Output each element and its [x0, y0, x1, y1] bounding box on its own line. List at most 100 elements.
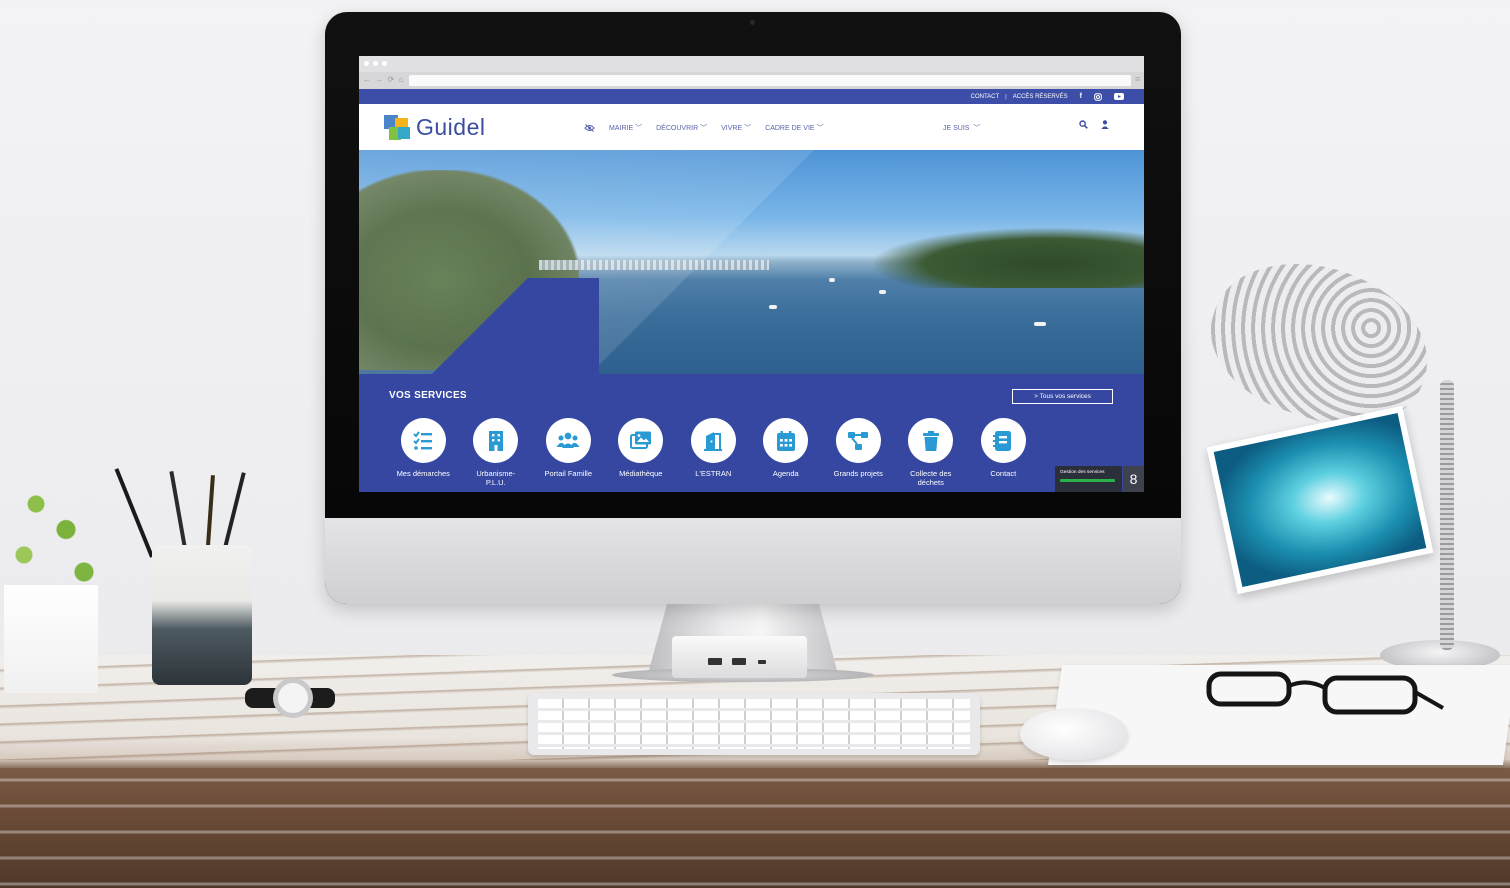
services-title: VOS SERVICES — [389, 390, 467, 401]
main-nav: MAIRIE ﹀ DÉCOUVRIR ﹀ VIVRE ﹀ CADRE DE VIE ﹀ — [584, 123, 824, 133]
service-label: Mes démarches — [396, 469, 450, 478]
screen: ← → ⟳ ⌂ ≡ CONTACT | ACCÈS RÉSERVÉS f Gui… — [359, 56, 1144, 492]
project-diagram-icon — [848, 431, 869, 450]
topbar-acces-reserves-link[interactable]: ACCÈS RÉSERVÉS — [1013, 94, 1068, 100]
calendar-icon — [776, 430, 795, 451]
instagram-icon[interactable] — [1094, 92, 1102, 101]
topbar-separator: | — [1005, 93, 1007, 100]
service-label: Collecte des déchets — [910, 469, 952, 487]
usb-port — [708, 658, 722, 665]
service-icon-circle — [980, 418, 1026, 463]
imac-chin — [325, 518, 1181, 604]
nav-label: DÉCOUVRIR — [656, 125, 699, 132]
services-diagonal — [359, 278, 599, 374]
address-book-icon — [993, 430, 1012, 451]
service-mediatheque[interactable]: Médiathèque — [605, 418, 678, 487]
search-icon[interactable] — [1079, 120, 1088, 129]
checklist-icon — [413, 430, 433, 450]
logo-text: Guidel — [416, 114, 486, 140]
maximize-dot[interactable] — [382, 61, 387, 66]
browser-titlebar — [359, 56, 1144, 72]
youtube-icon[interactable] — [1114, 93, 1124, 100]
usb-c-port — [758, 660, 766, 664]
nav-label: CADRE DE VIE — [765, 125, 815, 132]
building-icon — [488, 430, 503, 451]
gestion-count[interactable]: 8 — [1123, 466, 1144, 492]
site-logo[interactable]: Guidel — [384, 114, 485, 141]
keyboard-keys — [538, 699, 970, 749]
service-urbanisme-plu[interactable]: Urbanisme- P.L.U. — [460, 418, 533, 487]
user-icon[interactable] — [1101, 120, 1109, 129]
service-icon-circle — [908, 418, 954, 463]
desk-front — [0, 768, 1510, 888]
chevron-down-icon: ﹀ — [635, 125, 643, 132]
plant-pot — [4, 585, 98, 693]
nav-label: VIVRE — [721, 125, 743, 132]
gestion-des-services-widget[interactable]: Gestion des services — [1055, 466, 1122, 492]
usb-port — [732, 658, 746, 665]
top-utility-bar: CONTACT | ACCÈS RÉSERVÉS f — [359, 89, 1144, 104]
lamp-arm — [1440, 380, 1454, 650]
service-icon-circle — [763, 418, 809, 463]
service-icon-circle — [690, 418, 736, 463]
nav-item-cadre-de-vie[interactable]: CADRE DE VIE ﹀ — [765, 123, 823, 133]
nav-item-decouvrir[interactable]: DÉCOUVRIR ﹀ — [656, 123, 707, 133]
service-portail-famille[interactable]: Portail Famille — [532, 418, 605, 487]
family-icon — [556, 432, 580, 448]
all-services-button[interactable]: > Tous vos services — [1012, 389, 1113, 404]
service-label: Contact — [990, 469, 1017, 478]
service-label: Urbanisme- P.L.U. — [476, 469, 516, 487]
power-bank — [672, 636, 807, 678]
topbar-contact-link[interactable]: CONTACT — [971, 94, 1000, 100]
trash-icon — [922, 430, 939, 451]
browser-nav-buttons[interactable]: ← → ⟳ ⌂ — [363, 75, 404, 84]
mouse — [1020, 708, 1128, 760]
accessibility-eye-icon[interactable] — [584, 124, 595, 132]
close-dot[interactable] — [364, 61, 369, 66]
service-icon-circle — [835, 418, 881, 463]
service-label: Portail Famille — [544, 469, 592, 478]
nav-label: MAIRIE — [609, 125, 634, 132]
je-suis-menu[interactable]: JE SUIS ﹀ — [943, 123, 980, 133]
facebook-icon[interactable]: f — [1080, 93, 1082, 100]
logo-mark-icon — [384, 114, 412, 141]
eyeglasses — [1206, 671, 1444, 715]
lamp-head — [1192, 237, 1448, 449]
je-suis-label: JE SUIS — [943, 125, 970, 132]
gestion-label: Gestion des services — [1060, 470, 1105, 475]
service-estran[interactable]: L'ESTRAN — [677, 418, 750, 487]
service-icon-circle — [473, 418, 519, 463]
service-label: L'ESTRAN — [695, 469, 732, 478]
gestion-progress-bar — [1060, 479, 1115, 482]
site-header: Guidel MAIRIE ﹀ DÉCOUVRIR ﹀ VIVRE ﹀ CADRE D… — [359, 104, 1144, 150]
service-agenda[interactable]: Agenda — [750, 418, 823, 487]
chevron-down-icon: ﹀ — [700, 125, 708, 132]
service-icon-circle — [545, 418, 591, 463]
images-icon — [629, 431, 651, 449]
door-icon — [704, 431, 723, 451]
chevron-down-icon: ﹀ — [973, 125, 981, 132]
nav-item-mairie[interactable]: MAIRIE ﹀ — [609, 123, 642, 133]
services-list: Mes démarches Urbanisme- P.L.U. Portail … — [387, 418, 1040, 487]
service-label: Agenda — [772, 469, 799, 478]
service-mes-demarches[interactable]: Mes démarches — [387, 418, 460, 487]
keyboard — [528, 693, 980, 755]
service-collecte-dechets[interactable]: Collecte des déchets — [895, 418, 968, 487]
service-contact[interactable]: Contact — [967, 418, 1040, 487]
minimize-dot[interactable] — [373, 61, 378, 66]
wristwatch — [245, 678, 335, 718]
browser-menu-icon[interactable]: ≡ — [1135, 74, 1140, 84]
services-panel: VOS SERVICES > Tous vos services Mes dém… — [359, 278, 1144, 492]
window-controls[interactable] — [364, 61, 387, 66]
pencil-cup — [152, 545, 252, 685]
chevron-down-icon: ﹀ — [816, 125, 824, 132]
browser-toolbar: ← → ⟳ ⌂ ≡ — [359, 72, 1144, 89]
service-icon-circle — [400, 418, 446, 463]
chevron-down-icon: ﹀ — [744, 125, 752, 132]
address-bar[interactable] — [409, 75, 1131, 86]
header-actions — [1079, 120, 1109, 129]
service-grands-projets[interactable]: Grands projets — [822, 418, 895, 487]
service-label: Grands projets — [833, 469, 883, 478]
surf-photo — [1206, 405, 1434, 595]
nav-item-vivre[interactable]: VIVRE ﹀ — [721, 123, 751, 133]
